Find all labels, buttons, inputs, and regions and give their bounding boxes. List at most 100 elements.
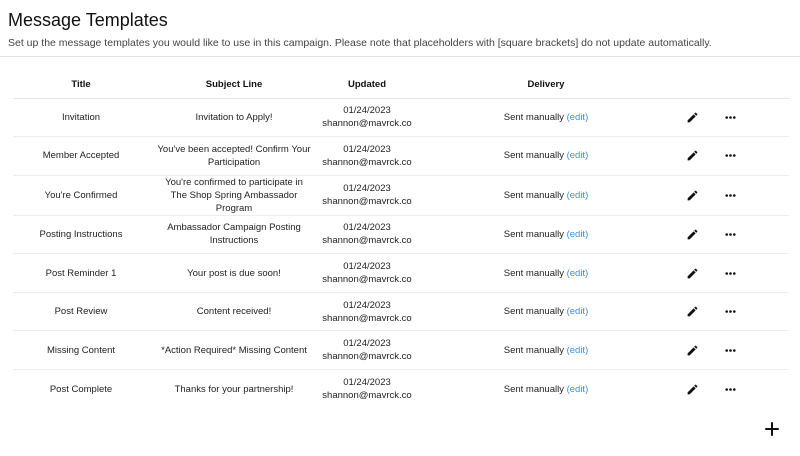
template-subject-line: Ambassador Campaign Posting Instructions [149, 215, 319, 255]
template-updated: 01/24/2023 shannon@mavrck.co [319, 98, 415, 138]
template-actions [677, 175, 789, 216]
delivery-method: Sent manually [503, 150, 564, 162]
updated-by: shannon@mavrck.co [322, 390, 412, 402]
edit-delivery-link[interactable]: (edit) [567, 112, 589, 123]
updated-date: 01/24/2023 [343, 183, 391, 195]
template-actions [677, 98, 789, 138]
updated-by: shannon@mavrck.co [322, 196, 412, 208]
pencil-icon [686, 189, 699, 202]
template-delivery: Sent manually (edit) [415, 370, 677, 409]
page-title: Message Templates [8, 10, 168, 30]
pencil-icon [686, 149, 699, 162]
header-divider [0, 56, 800, 57]
add-template-button[interactable] [762, 419, 782, 439]
edit-template-button[interactable] [683, 303, 701, 321]
edit-template-button[interactable] [683, 186, 701, 204]
table-row: Post Review Content received! 01/24/2023 sh… [13, 292, 789, 332]
edit-template-button[interactable] [683, 380, 701, 398]
updated-date: 01/24/2023 [343, 299, 391, 311]
more-options-button[interactable] [721, 147, 739, 165]
edit-delivery-link[interactable]: (edit) [567, 384, 589, 395]
edit-delivery-link[interactable]: (edit) [567, 268, 589, 279]
pencil-icon [686, 305, 699, 318]
template-subject-line: *Action Required* Missing Content [149, 330, 319, 371]
template-subject-line: Your post is due soon! [149, 253, 319, 293]
delivery-method: Sent manually [503, 306, 564, 318]
template-delivery: Sent manually (edit) [415, 253, 677, 293]
updated-date: 01/24/2023 [343, 143, 391, 155]
more-options-button[interactable] [721, 341, 739, 359]
table-row: You're Confirmed You're confirmed to part… [13, 175, 789, 216]
more-options-button[interactable] [721, 303, 739, 321]
edit-template-button[interactable] [683, 341, 701, 359]
template-updated: 01/24/2023 shannon@mavrck.co [319, 175, 415, 216]
delivery-method: Sent manually [503, 344, 564, 356]
template-updated: 01/24/2023 shannon@mavrck.co [319, 136, 415, 176]
more-horizontal-icon [724, 228, 737, 241]
template-title: Missing Content [13, 330, 149, 371]
edit-delivery-link[interactable]: (edit) [567, 229, 589, 240]
more-options-button[interactable] [721, 186, 739, 204]
pencil-icon [686, 111, 699, 124]
template-title: Posting Instructions [13, 215, 149, 255]
template-title: You're Confirmed [13, 175, 149, 216]
pencil-icon [686, 344, 699, 357]
template-title: Member Accepted [13, 136, 149, 176]
template-subject-line: Thanks for your partnership! [174, 383, 294, 395]
updated-by: shannon@mavrck.co [322, 274, 412, 286]
template-delivery: Sent manually (edit) [415, 292, 677, 332]
template-delivery: Sent manually (edit) [415, 330, 677, 371]
column-header-actions [677, 72, 789, 99]
template-updated: 01/24/2023 shannon@mavrck.co [319, 370, 415, 409]
more-options-button[interactable] [721, 225, 739, 243]
column-header-updated: Updated [319, 72, 415, 99]
more-options-button[interactable] [721, 380, 739, 398]
template-updated: 01/24/2023 shannon@mavrck.co [319, 330, 415, 371]
template-subject-line: You're confirmed to participate in The S… [149, 175, 319, 216]
template-title: Post Review [13, 292, 149, 332]
pencil-icon [686, 267, 699, 280]
edit-template-button[interactable] [683, 264, 701, 282]
updated-by: shannon@mavrck.co [322, 312, 412, 324]
more-horizontal-icon [724, 189, 737, 202]
template-title: Invitation [13, 98, 149, 138]
edit-template-button[interactable] [683, 147, 701, 165]
more-options-button[interactable] [721, 264, 739, 282]
edit-delivery-link[interactable]: (edit) [567, 150, 589, 161]
delivery-method: Sent manually [503, 228, 564, 240]
updated-date: 01/24/2023 [343, 105, 391, 117]
table-header-row: Title Subject Line Updated Delivery [13, 72, 789, 99]
column-header-delivery: Delivery [415, 72, 677, 99]
table-row: Missing Content *Action Required* Missing… [13, 330, 789, 371]
template-subject-line: Invitation to Apply! [149, 98, 319, 138]
more-horizontal-icon [724, 111, 737, 124]
template-actions [677, 253, 789, 293]
updated-by: shannon@mavrck.co [322, 156, 412, 168]
edit-delivery-link[interactable]: (edit) [567, 306, 589, 317]
edit-template-button[interactable] [683, 225, 701, 243]
more-options-button[interactable] [721, 108, 739, 126]
page-header: Message Templates Set up the message tem… [8, 8, 800, 50]
pencil-icon [686, 383, 699, 396]
updated-date: 01/24/2023 [343, 377, 391, 389]
template-subject-line: Content received! [149, 292, 319, 332]
template-actions [677, 136, 789, 176]
edit-delivery-link[interactable]: (edit) [567, 190, 589, 201]
updated-date: 01/24/2023 [343, 222, 391, 234]
template-updated: 01/24/2023 shannon@mavrck.co [319, 215, 415, 255]
template-actions [677, 330, 789, 371]
table-row: Posting Instructions Ambassador Campaign … [13, 215, 789, 255]
column-header-subject-line: Subject Line [149, 72, 319, 99]
table-row: Invitation Invitation to Apply! 01/24/2023… [13, 98, 789, 138]
page-subtitle: Set up the message templates you would l… [8, 37, 712, 49]
more-horizontal-icon [724, 267, 737, 280]
updated-date: 01/24/2023 [343, 261, 391, 273]
template-updated: 01/24/2023 shannon@mavrck.co [319, 253, 415, 293]
updated-date: 01/24/2023 [343, 338, 391, 350]
pencil-icon [686, 228, 699, 241]
edit-delivery-link[interactable]: (edit) [567, 345, 589, 356]
edit-template-button[interactable] [683, 108, 701, 126]
template-actions [677, 292, 789, 332]
updated-by: shannon@mavrck.co [322, 351, 412, 363]
more-horizontal-icon [724, 344, 737, 357]
